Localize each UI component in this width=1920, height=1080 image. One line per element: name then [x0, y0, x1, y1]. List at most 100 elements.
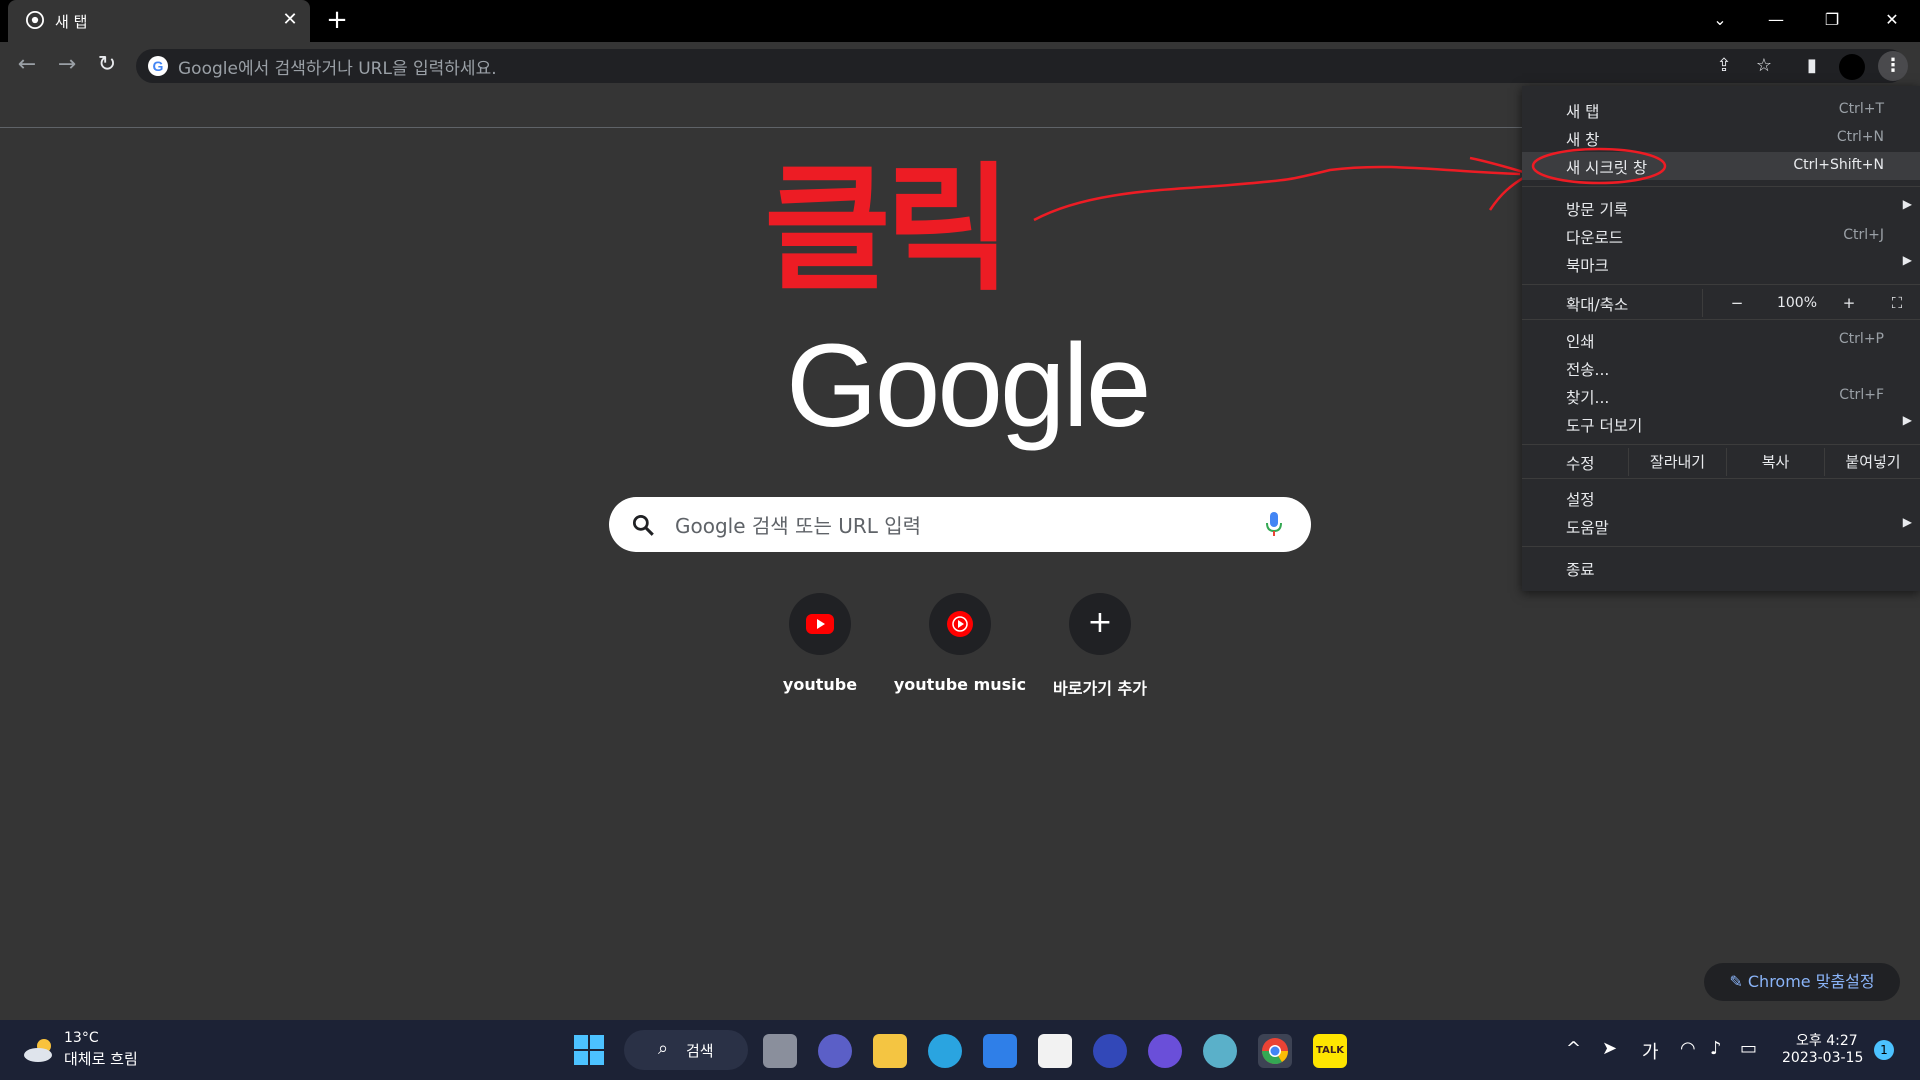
menu-separator [1522, 319, 1920, 320]
tab-title: 새 탭 [55, 13, 88, 31]
forward-arrow-icon[interactable]: → [51, 50, 83, 82]
menu-separator [1522, 546, 1920, 547]
taskbar-search-label: 검색 [686, 1042, 714, 1060]
menu-item-downloads[interactable]: 다운로드 Ctrl+J [1522, 222, 1920, 250]
zoom-out-button[interactable]: − [1722, 289, 1752, 317]
ime-indicator[interactable]: 가 [1642, 1038, 1659, 1064]
menu-item-label: 인쇄 [1566, 333, 1595, 351]
menu-separator [1522, 186, 1920, 187]
file-explorer-icon[interactable] [873, 1034, 907, 1068]
clock-time[interactable]: 오후 4:27 [1796, 1030, 1858, 1050]
menu-item-find[interactable]: 찾기... Ctrl+F [1522, 382, 1920, 410]
menu-shortcut: Ctrl+N [1836, 129, 1884, 145]
submenu-arrow-icon: ▶ [1902, 253, 1912, 267]
annotation-circle [1531, 147, 1667, 185]
microsoft-store-icon[interactable] [1038, 1034, 1072, 1068]
edge-icon[interactable] [928, 1034, 962, 1068]
location-icon[interactable]: ➤ [1602, 1038, 1617, 1059]
menu-item-label: 도구 더보기 [1566, 417, 1643, 435]
menu-item-exit[interactable]: 종료 [1522, 554, 1920, 582]
menu-item-settings[interactable]: 설정 [1522, 484, 1920, 512]
menu-item-cast[interactable]: 전송... [1522, 354, 1920, 382]
battery-icon[interactable]: ▭ [1740, 1038, 1757, 1059]
svg-text:G: G [153, 58, 164, 74]
clock-date[interactable]: 2023-03-15 [1782, 1050, 1863, 1066]
share-icon[interactable]: ⇪ [1710, 52, 1738, 80]
bookmark-star-icon[interactable]: ☆ [1750, 52, 1778, 80]
chrome-menu: 새 탭 Ctrl+T 새 창 Ctrl+N 새 시크릿 창 Ctrl+Shift… [1522, 86, 1920, 591]
restore-button[interactable]: ❐ [1804, 0, 1860, 42]
menu-separator [1522, 284, 1920, 285]
plus-icon: + [1069, 593, 1131, 655]
annotation-arrow [1033, 156, 1531, 222]
address-bar-placeholder: Google에서 검색하거나 URL을 입력하세요. [178, 59, 497, 79]
menu-item-label: 전송... [1566, 361, 1610, 379]
search-icon [632, 514, 654, 536]
menu-separator [1522, 444, 1920, 445]
tab-search-icon[interactable]: ⌄ [1692, 0, 1748, 42]
app-q-icon[interactable] [1093, 1034, 1127, 1068]
reload-icon[interactable]: ↻ [91, 50, 123, 82]
menu-item-label: 설정 [1566, 491, 1595, 509]
menu-item-label: 종료 [1566, 561, 1595, 579]
tray-chevron-icon[interactable]: ^ [1566, 1038, 1581, 1059]
menu-item-new-tab[interactable]: 새 탭 Ctrl+T [1522, 96, 1920, 124]
menu-item-more-tools[interactable]: 도구 더보기 ▶ [1522, 410, 1920, 438]
menu-item-edit: 수정 잘라내기 복사 붙여넣기 [1522, 448, 1920, 476]
menu-item-help[interactable]: 도움말 ▶ [1522, 512, 1920, 540]
customize-chrome-button[interactable]: ✎ Chrome 맞춤설정 [1704, 963, 1900, 1001]
zoom-divider [1702, 289, 1703, 317]
shortcut-tile[interactable]: youtube [750, 593, 890, 694]
profile-avatar[interactable] [1839, 54, 1865, 80]
menu-item-label: 수정 [1566, 455, 1595, 473]
task-view-icon[interactable] [763, 1034, 797, 1068]
wifi-icon[interactable]: ◠ [1680, 1038, 1696, 1059]
menu-item-label: 도움말 [1566, 519, 1609, 537]
minimize-button[interactable]: — [1748, 0, 1804, 42]
menu-item-label: 확대/축소 [1566, 296, 1629, 314]
microphone-icon[interactable] [1261, 510, 1287, 540]
close-window-button[interactable]: ✕ [1864, 0, 1920, 42]
menu-item-label: 찾기... [1566, 389, 1610, 407]
app-arrow-icon[interactable] [1148, 1034, 1182, 1068]
chrome-taskbar-icon[interactable] [1258, 1034, 1292, 1068]
volume-icon[interactable]: ♪ [1710, 1038, 1722, 1059]
weather-temperature: 13°C [64, 1030, 99, 1046]
fullscreen-icon[interactable]: ⛶ [1877, 289, 1917, 317]
more-menu-icon[interactable]: ⋮ [1878, 51, 1908, 81]
weather-description: 대체로 흐림 [64, 1050, 138, 1068]
menu-item-zoom: 확대/축소 − 100% + ⛶ [1522, 289, 1920, 317]
youtube-icon [789, 593, 851, 655]
menu-shortcut: Ctrl+Shift+N [1793, 157, 1884, 173]
menu-item-bookmarks[interactable]: 북마크 ▶ [1522, 250, 1920, 278]
windows-start-icon[interactable] [574, 1035, 604, 1065]
menu-item-print[interactable]: 인쇄 Ctrl+P [1522, 326, 1920, 354]
menu-item-label: 다운로드 [1566, 229, 1624, 247]
new-tab-button[interactable]: + [323, 7, 351, 35]
youtube-music-icon [929, 593, 991, 655]
tab-new-tab[interactable] [8, 0, 310, 42]
zoom-in-button[interactable]: + [1834, 289, 1864, 317]
cut-button[interactable]: 잘라내기 [1628, 448, 1726, 476]
menu-item-label: 방문 기록 [1566, 201, 1628, 219]
weather-cloud-icon[interactable] [22, 1036, 58, 1064]
copy-button[interactable]: 복사 [1726, 448, 1824, 476]
customize-label: Chrome 맞춤설정 [1747, 972, 1875, 991]
submenu-arrow-icon: ▶ [1902, 515, 1912, 529]
chat-icon[interactable] [818, 1034, 852, 1068]
tab-close-icon[interactable]: ✕ [278, 8, 302, 32]
back-arrow-icon[interactable]: ← [11, 50, 43, 82]
menu-shortcut: Ctrl+J [1843, 227, 1884, 243]
menu-item-history[interactable]: 방문 기록 ▶ [1522, 194, 1920, 222]
shortcut-tile[interactable]: youtube music [890, 593, 1030, 694]
menu-shortcut: Ctrl+T [1838, 101, 1884, 117]
shortcut-tile[interactable]: + 바로가기 추가 [1030, 593, 1170, 699]
side-panel-icon[interactable]: ▮ [1798, 52, 1826, 80]
notification-badge[interactable]: 1 [1874, 1040, 1894, 1060]
menu-item-label: 북마크 [1566, 257, 1609, 275]
app-b-icon[interactable] [983, 1034, 1017, 1068]
paint-icon[interactable] [1203, 1034, 1237, 1068]
chrome-icon [26, 11, 44, 29]
paste-button[interactable]: 붙여넣기 [1824, 448, 1920, 476]
kakaotalk-icon[interactable]: TALK [1313, 1034, 1347, 1068]
